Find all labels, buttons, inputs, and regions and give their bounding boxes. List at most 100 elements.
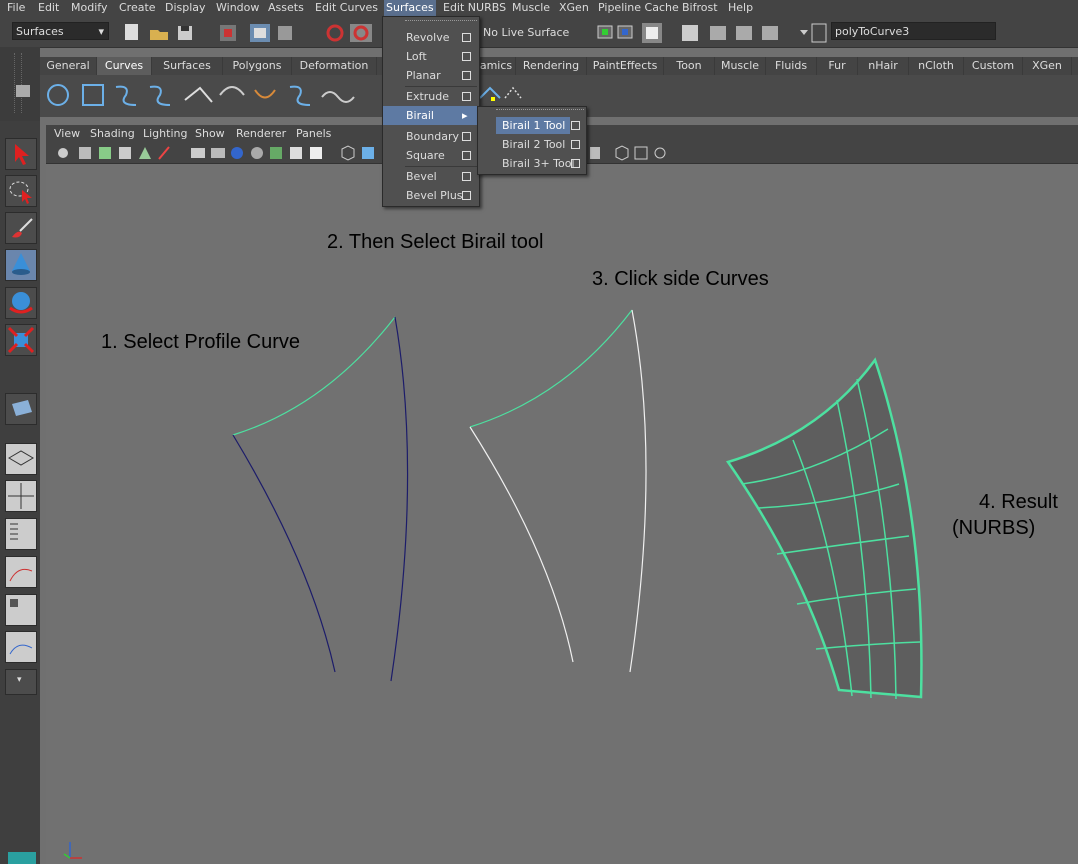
- arc-tool-icon[interactable]: [219, 86, 245, 96]
- profile-curve-step3[interactable]: [469, 309, 633, 428]
- menu-surfaces[interactable]: Surfaces: [384, 0, 436, 16]
- cv-curve-icon[interactable]: [115, 85, 137, 106]
- menu-modify[interactable]: Modify: [71, 1, 107, 14]
- tab-rendering[interactable]: Rendering: [516, 57, 587, 75]
- share-icon[interactable]: [654, 147, 666, 159]
- menu-item-planar[interactable]: Planar: [383, 66, 479, 85]
- menu-window[interactable]: Window: [216, 1, 259, 14]
- object-name-field[interactable]: polyToCurve3: [831, 22, 996, 40]
- layout-hypershade-persp[interactable]: [5, 594, 37, 626]
- layout-graph-outliner[interactable]: [5, 631, 37, 663]
- ep-curve-icon[interactable]: [149, 85, 171, 106]
- last-tool[interactable]: [5, 393, 37, 425]
- side-curve-left-step3[interactable]: [469, 426, 574, 663]
- panel-menu-view[interactable]: View: [54, 127, 80, 140]
- option-box-icon[interactable]: [462, 92, 471, 101]
- select-tool[interactable]: [5, 138, 37, 170]
- grid-toggle-icon[interactable]: [191, 148, 205, 158]
- menu-assets[interactable]: Assets: [268, 1, 304, 14]
- side-curve-left[interactable]: [232, 434, 336, 673]
- shadows-icon[interactable]: [310, 147, 322, 159]
- camera-icon[interactable]: [58, 148, 68, 158]
- option-box-icon[interactable]: [462, 151, 471, 160]
- menu-edit-nurbs[interactable]: Edit NURBS: [443, 1, 506, 14]
- tab-dynamics[interactable]: amics: [477, 57, 516, 75]
- textured-icon[interactable]: [270, 147, 282, 159]
- shelf-menu-icon[interactable]: [16, 85, 30, 97]
- bookmark-icon[interactable]: [99, 147, 111, 159]
- tab-fluids[interactable]: Fluids: [766, 57, 817, 75]
- option-box-icon[interactable]: [462, 172, 471, 181]
- tab-custom[interactable]: Custom: [964, 57, 1023, 75]
- move-tool[interactable]: [5, 249, 37, 281]
- layout-single-perspective[interactable]: [5, 443, 37, 475]
- menu-help[interactable]: Help: [728, 1, 753, 14]
- menu-item-birail-3-tool[interactable]: Birail 3+ Tool: [478, 154, 586, 173]
- view-cube-icon[interactable]: [8, 852, 36, 864]
- scale-tool[interactable]: [5, 324, 37, 356]
- option-box-icon[interactable]: [571, 140, 580, 149]
- menu-create[interactable]: Create: [119, 1, 156, 14]
- side-curve-right-step3[interactable]: [629, 309, 647, 673]
- lasso-tool[interactable]: [5, 175, 37, 207]
- menu-edit-curves[interactable]: Edit Curves: [315, 1, 378, 14]
- menu-muscle[interactable]: Muscle: [512, 1, 550, 14]
- menu-item-bevel-plus[interactable]: Bevel Plus: [383, 186, 479, 205]
- menu-xgen[interactable]: XGen: [559, 1, 589, 14]
- menu-item-birail-2-tool[interactable]: Birail 2 Tool: [478, 135, 586, 154]
- film-gate-icon[interactable]: [211, 148, 225, 158]
- tab-painteffects[interactable]: PaintEffects: [587, 57, 664, 75]
- menu-file[interactable]: File: [7, 1, 25, 14]
- option-box-icon[interactable]: [571, 159, 580, 168]
- paint-select-tool[interactable]: [5, 212, 37, 244]
- tab-xgen[interactable]: XGen: [1023, 57, 1072, 75]
- frame-all-icon[interactable]: [634, 146, 648, 160]
- perspective-viewport[interactable]: 1. Select Profile Curve 2. Then Select B…: [46, 164, 1078, 864]
- tear-off-handle[interactable]: [496, 109, 584, 113]
- 2d-pan-icon[interactable]: [139, 147, 151, 159]
- layout-four-view[interactable]: [5, 480, 37, 512]
- menu-item-birail-1-tool[interactable]: Birail 1 Tool: [478, 116, 586, 135]
- option-box-icon[interactable]: [462, 191, 471, 200]
- menu-item-square[interactable]: Square: [383, 146, 479, 165]
- tab-ncloth[interactable]: nCloth: [909, 57, 964, 75]
- menu-item-birail[interactable]: Birail ▸: [383, 106, 479, 125]
- menu-edit[interactable]: Edit: [38, 1, 59, 14]
- menu-item-loft[interactable]: Loft: [383, 47, 479, 66]
- menu-item-boundary[interactable]: Boundary: [383, 127, 479, 146]
- menu-item-revolve[interactable]: Revolve: [383, 28, 479, 47]
- option-box-icon[interactable]: [571, 121, 580, 130]
- tab-polygons[interactable]: Polygons: [223, 57, 292, 75]
- hud-toggle-icon[interactable]: [590, 147, 600, 159]
- xray-icon[interactable]: [341, 145, 355, 161]
- layout-graph-persp[interactable]: [5, 556, 37, 588]
- menu-display[interactable]: Display: [165, 1, 206, 14]
- smooth-shade-icon[interactable]: [251, 147, 263, 159]
- insert-knot-icon[interactable]: [504, 86, 522, 99]
- option-box-icon[interactable]: [462, 71, 471, 80]
- tab-toon[interactable]: Toon: [664, 57, 715, 75]
- panel-menu-panels[interactable]: Panels: [296, 127, 331, 140]
- tear-off-handle[interactable]: [405, 20, 477, 24]
- image-plane-icon[interactable]: [119, 147, 131, 159]
- menu-item-bevel[interactable]: Bevel: [383, 167, 479, 186]
- menuset-dropdown[interactable]: Surfaces ▾: [12, 22, 109, 40]
- nurbs-circle-icon[interactable]: [47, 84, 69, 106]
- panel-menu-lighting[interactable]: Lighting: [143, 127, 187, 140]
- rotate-tool[interactable]: [5, 287, 37, 319]
- side-curve-right[interactable]: [390, 316, 409, 682]
- detach-curves-icon[interactable]: [289, 85, 311, 106]
- rebuild-curve-icon[interactable]: [479, 86, 501, 99]
- backface-icon[interactable]: [615, 145, 629, 161]
- grip-handle[interactable]: [14, 53, 22, 113]
- option-box-icon[interactable]: [462, 132, 471, 141]
- grease-pencil-icon[interactable]: [158, 146, 170, 160]
- tab-surfaces[interactable]: Surfaces: [152, 57, 223, 75]
- layout-more-dropdown[interactable]: ▾: [5, 669, 37, 695]
- live-surface-label[interactable]: No Live Surface: [483, 26, 569, 39]
- panel-menu-shading[interactable]: Shading: [90, 127, 135, 140]
- tab-deformation[interactable]: Deformation: [292, 57, 377, 75]
- panel-menu-show[interactable]: Show: [195, 127, 225, 140]
- offset-curve-icon[interactable]: [321, 91, 355, 103]
- tab-fur[interactable]: Fur: [817, 57, 858, 75]
